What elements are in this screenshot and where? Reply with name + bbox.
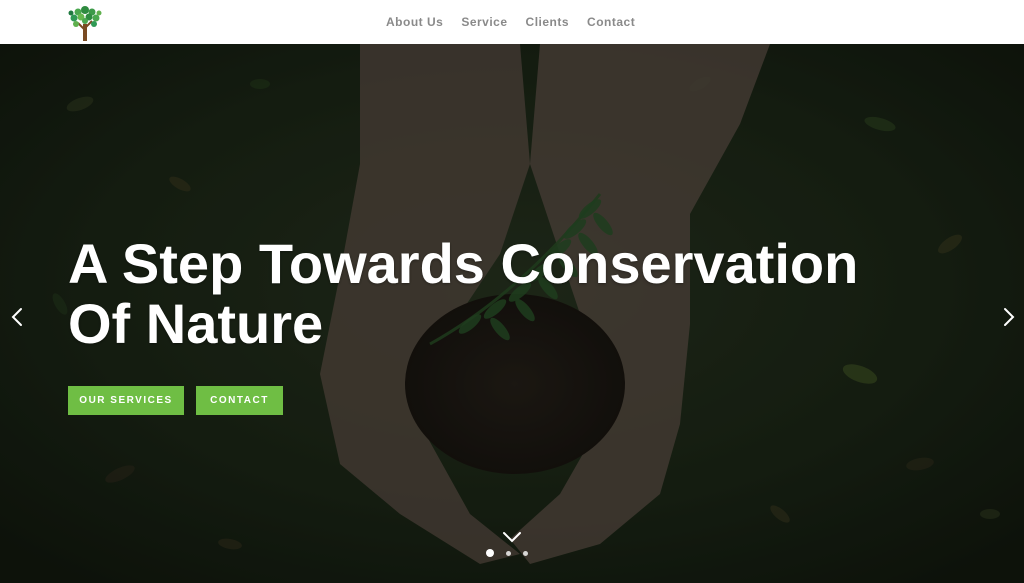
nav-contact[interactable]: Contact bbox=[587, 15, 635, 29]
nav-clients[interactable]: Clients bbox=[526, 15, 570, 29]
site-header: About Us Service Clients Contact bbox=[0, 0, 1024, 44]
chevron-right-icon[interactable] bbox=[998, 306, 1018, 328]
hero-title: A Step Towards Conservation Of Nature bbox=[68, 234, 968, 354]
our-services-button[interactable]: OUR SERVICES bbox=[68, 386, 184, 415]
main-nav: About Us Service Clients Contact bbox=[386, 0, 653, 44]
hero-title-line1: A Step Towards Conservation bbox=[68, 232, 859, 295]
chevron-left-icon[interactable] bbox=[8, 306, 28, 328]
chevron-down-icon[interactable] bbox=[502, 530, 522, 544]
hero-slider: A Step Towards Conservation Of Nature OU… bbox=[0, 44, 1024, 583]
slider-dot-1[interactable] bbox=[486, 549, 494, 557]
nav-about-us[interactable]: About Us bbox=[386, 15, 443, 29]
slider-dot-2[interactable] bbox=[506, 550, 511, 556]
nav-service[interactable]: Service bbox=[461, 15, 507, 29]
hero-title-line2: Of Nature bbox=[68, 292, 324, 355]
slider-pagination bbox=[486, 549, 528, 557]
tree-logo-icon[interactable] bbox=[66, 2, 104, 42]
contact-button[interactable]: CONTACT bbox=[196, 386, 283, 415]
slider-dot-3[interactable] bbox=[523, 550, 528, 556]
